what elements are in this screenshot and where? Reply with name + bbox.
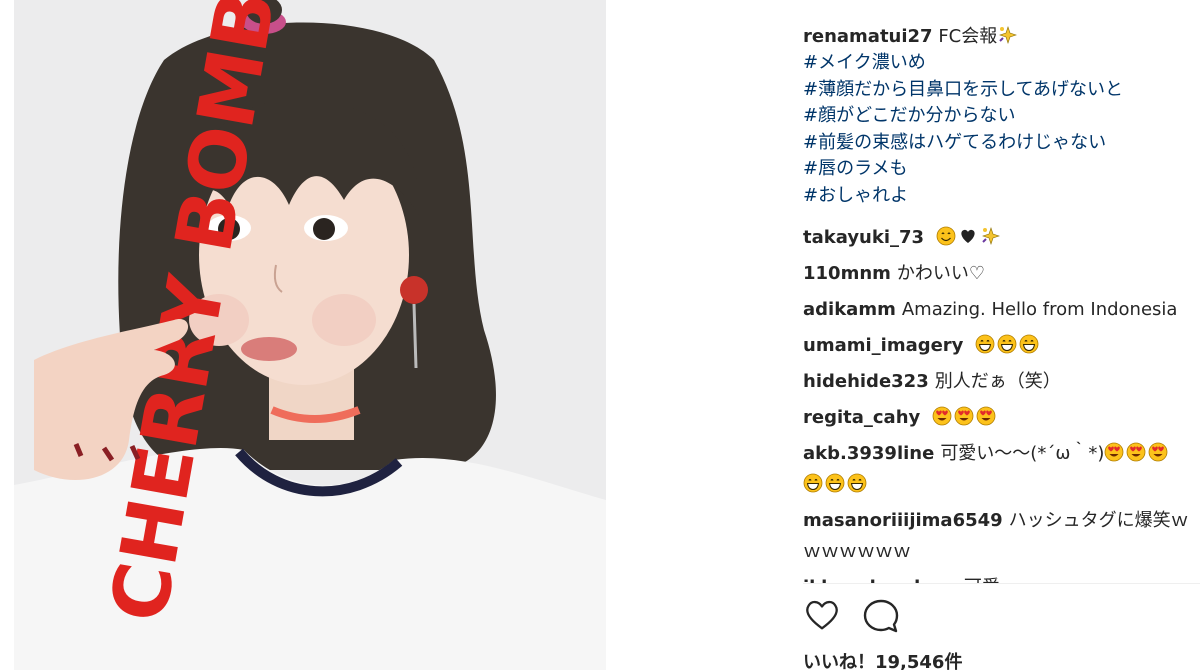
heart-outline-icon xyxy=(803,600,841,638)
grinning-face-icon xyxy=(1019,334,1041,356)
comment-item: masanoriiijima6549 ハッシュタグに爆笑ｗｗｗｗｗｗｗ xyxy=(803,505,1200,567)
heart-eyes-icon xyxy=(932,406,954,428)
comment-author-link[interactable]: hidehide323 xyxy=(803,371,929,392)
post-details-panel: renamatui27 FC会報 #メイク濃いめ #薄顔だから目鼻口を示してあげ… xyxy=(803,0,1200,670)
comment-author-link[interactable]: 110mnm xyxy=(803,263,891,284)
comment-author-link[interactable]: regita_cahy xyxy=(803,407,920,428)
likes-label: いいね！ xyxy=(803,652,875,670)
grinning-face-icon xyxy=(847,473,869,495)
likes-count[interactable]: いいね！19,546件 xyxy=(803,648,962,670)
comment-text: 可愛い〜〜(*´ω｀*) xyxy=(940,443,1105,464)
grinning-face-icon xyxy=(997,334,1019,356)
comment-item: akb.3939line 可愛い〜〜(*´ω｀*) xyxy=(803,438,1200,500)
grinning-face-icon xyxy=(825,473,847,495)
post-caption: renamatui27 FC会報 #メイク濃いめ #薄顔だから目鼻口を示してあげ… xyxy=(803,24,1200,209)
like-button[interactable] xyxy=(803,596,843,636)
comment-item: 110mnm かわいい♡ xyxy=(803,258,1200,289)
comment-text: 別人だぁ（笑） xyxy=(934,371,1061,392)
comment-text: かわいい♡ xyxy=(896,263,986,284)
hashtag-link[interactable]: #おしゃれよ xyxy=(803,183,1200,210)
comment-item: regita_cahy xyxy=(803,402,1200,433)
comment-author-link[interactable]: adikamm xyxy=(803,299,896,320)
hashtag-link[interactable]: #メイク濃いめ xyxy=(803,50,1200,77)
caption-header: renamatui27 FC会報 xyxy=(803,24,1200,50)
heart-eyes-icon xyxy=(976,406,998,428)
comments-list[interactable]: takayuki_73 110mnm かわいい♡ adikamm Amazing. … xyxy=(803,222,1200,584)
comment-author-link[interactable]: takayuki_73 xyxy=(803,227,924,248)
grinning-face-icon xyxy=(803,473,825,495)
comment-author-link[interactable]: akb.3939line xyxy=(803,443,934,464)
photo-image: CHERRY BOMB xyxy=(14,0,606,670)
comment-item: hidehide323 別人だぁ（笑） xyxy=(803,366,1200,397)
heart-eyes-icon xyxy=(1104,442,1126,464)
comment-button[interactable] xyxy=(861,596,901,636)
hashtag-link[interactable]: #前髪の束感はハゲてるわけじゃない xyxy=(803,130,1200,157)
heart-eyes-icon xyxy=(954,406,976,428)
smiling-face-icon xyxy=(936,226,958,248)
black-heart-icon xyxy=(958,227,980,248)
comment-author-link[interactable]: masanoriiijima6549 xyxy=(803,510,1003,531)
comment-item: adikamm Amazing. Hello from Indonesia xyxy=(803,294,1200,325)
comment-item: takayuki_73 xyxy=(803,222,1200,253)
caption-text: FC会報 xyxy=(938,26,998,47)
hashtag-link[interactable]: #唇のラメも xyxy=(803,156,1200,183)
heart-eyes-icon xyxy=(1148,442,1170,464)
sparkles-icon xyxy=(980,227,1002,248)
caption-author-link[interactable]: renamatui27 xyxy=(803,26,933,47)
comment-author-link[interactable]: umami_imagery xyxy=(803,335,963,356)
divider xyxy=(803,583,1200,584)
comment-text: Amazing. Hello from Indonesia xyxy=(901,299,1178,320)
grinning-face-icon xyxy=(975,334,997,356)
hashtag-link[interactable]: #薄顔だから目鼻口を示してあげないと xyxy=(803,77,1200,104)
heart-eyes-icon xyxy=(1126,442,1148,464)
post-photo[interactable]: CHERRY BOMB xyxy=(14,0,606,670)
sparkles-icon xyxy=(997,26,1019,47)
hashtag-link[interactable]: #顔がどこだか分からない xyxy=(803,103,1200,130)
comment-bubble-icon xyxy=(861,599,901,640)
comment-item: umami_imagery xyxy=(803,330,1200,361)
likes-number: 19,546件 xyxy=(875,652,963,670)
